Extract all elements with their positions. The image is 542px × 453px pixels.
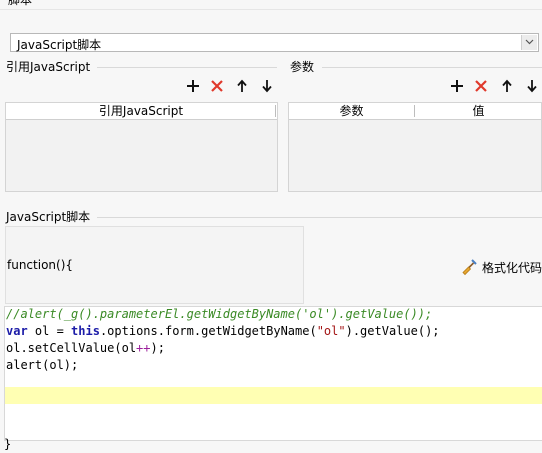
column-header-param[interactable]: 参数 [289, 103, 414, 119]
code-line-4: alert(ol); [6, 358, 79, 372]
current-line-highlight [5, 387, 542, 404]
ref-js-grid[interactable]: 引用JavaScript [5, 102, 278, 192]
chevron-down-icon[interactable] [521, 35, 537, 50]
script-type-select-value: JavaScript脚本 [17, 38, 102, 52]
column-separator [275, 105, 276, 117]
script-group-title: JavaScript脚本 [6, 208, 95, 225]
column-header-ref-js[interactable]: 引用JavaScript [6, 103, 276, 119]
plus-icon[interactable] [450, 79, 464, 93]
plus-icon[interactable] [186, 79, 200, 93]
code-line-3: ol.setCellValue(ol++); [6, 341, 165, 355]
script-type-select[interactable]: JavaScript脚本 [10, 33, 539, 52]
function-closing-brace: } [4, 437, 12, 451]
params-grid[interactable]: 参数 值 [288, 102, 542, 192]
editor-bottom-border [4, 440, 542, 441]
arrow-down-icon[interactable] [525, 79, 539, 93]
top-cut-label: 脚本 [8, 0, 33, 7]
broom-icon [462, 259, 477, 276]
code-editor[interactable]: //alert(_g().parameterEl.getWidgetByName… [4, 306, 542, 440]
params-group-title: 参数 [290, 58, 319, 75]
script-group-divider [97, 217, 542, 218]
params-grid-header: 参数 值 [289, 103, 541, 120]
function-signature: function(){ [7, 258, 74, 272]
format-code-button[interactable]: 格式化代码 [461, 258, 542, 276]
ref-js-grid-header: 引用JavaScript [6, 103, 277, 120]
params-group-divider [322, 67, 542, 68]
code-comment: //alert(_g().parameterEl.getWidgetByName… [6, 307, 433, 321]
format-code-label: 格式化代码 [482, 260, 542, 275]
arrow-up-icon[interactable] [235, 79, 249, 93]
delete-x-icon[interactable] [210, 79, 224, 93]
arrow-up-icon[interactable] [500, 79, 514, 93]
code-line-1: //alert(_g().parameterEl.getWidgetByName… [6, 306, 432, 323]
column-header-value[interactable]: 值 [415, 103, 542, 119]
code-line-2: var ol = this.options.form.getWidgetByNa… [6, 324, 440, 338]
arrow-down-icon[interactable] [260, 79, 274, 93]
delete-x-icon[interactable] [474, 79, 488, 93]
top-divider [0, 9, 542, 10]
ref-js-group-divider [97, 67, 277, 68]
ref-js-group-title: 引用JavaScript [6, 58, 95, 75]
